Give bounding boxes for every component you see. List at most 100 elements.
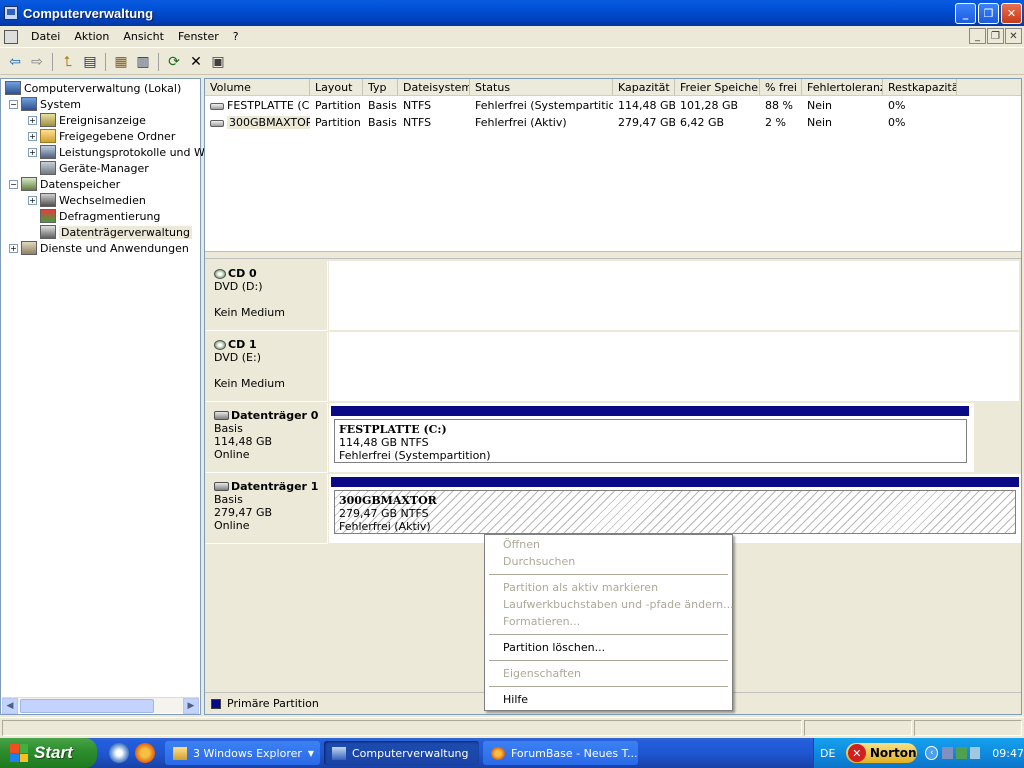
delete-icon[interactable]: ✕ — [185, 51, 207, 73]
col-kapazitaet[interactable]: Kapazität — [613, 79, 675, 95]
menu-item-oeffnen[interactable]: Öffnen — [503, 538, 540, 551]
tree-item-system[interactable]: − System — [9, 96, 81, 112]
scroll-left-icon[interactable]: ◀ — [2, 698, 18, 714]
up-folder-icon[interactable]: ⮤ — [57, 51, 79, 73]
menu-aktion[interactable]: Aktion — [67, 30, 116, 43]
back-arrow-icon[interactable]: ⇦ — [4, 51, 26, 73]
minimize-button[interactable]: _ — [955, 3, 976, 24]
mmc-window-icon[interactable] — [4, 29, 18, 44]
tree-item-geraete-manager[interactable]: Geräte-Manager — [40, 160, 149, 176]
child-restore-button[interactable]: ❐ — [987, 28, 1004, 44]
menu-item-eigenschaften[interactable]: Eigenschaften — [503, 667, 581, 680]
col-volume[interactable]: Volume — [205, 79, 310, 95]
show-hidden-icons-icon[interactable]: ‹ — [925, 746, 939, 760]
table-row[interactable]: FESTPLATTE (C:) Partition Basis NTFS Feh… — [205, 97, 1021, 114]
expand-icon[interactable]: + — [28, 147, 37, 157]
partition-300gbmaxtor[interactable]: 300GBMAXTOR 279,47 GB NTFS Fehlerfrei (A… — [334, 490, 1016, 534]
safely-remove-icon[interactable] — [955, 747, 967, 759]
tree-item-defragmentierung[interactable]: Defragmentierung — [40, 208, 160, 224]
task-forumbase[interactable]: ForumBase - Neues T... — [483, 741, 638, 765]
performance-logs-icon — [40, 145, 56, 159]
partition-festplatte-c[interactable]: FESTPLATTE (C:) 114,48 GB NTFS Fehlerfre… — [334, 419, 967, 463]
disk-area-cd0[interactable] — [329, 261, 1019, 331]
collapse-icon[interactable]: − — [9, 99, 18, 109]
group-dropdown-icon[interactable]: ▼ — [308, 749, 314, 758]
table-row[interactable]: 300GBMAXTOR Partition Basis NTFS Fehlerf… — [205, 114, 1021, 131]
volume-icon[interactable] — [969, 747, 981, 759]
disk-label-cd0[interactable]: CD 0 DVD (D:) Kein Medium — [206, 261, 328, 331]
disk-label-disk1[interactable]: Datenträger 1 Basis 279,47 GB Online — [206, 474, 328, 544]
menu-help[interactable]: ? — [226, 30, 246, 43]
disk-area-cd1[interactable] — [329, 332, 1019, 402]
partition-bar — [331, 477, 1019, 487]
menu-ansicht[interactable]: Ansicht — [116, 30, 171, 43]
col-prozent-frei[interactable]: % frei — [760, 79, 802, 95]
expand-icon[interactable]: + — [28, 131, 37, 141]
menu-item-laufwerkbuchstaben[interactable]: Laufwerkbuchstaben und -pfade ändern... — [503, 598, 734, 611]
help-panel-icon[interactable]: ▥ — [132, 51, 154, 73]
menu-item-durchsuchen[interactable]: Durchsuchen — [503, 555, 575, 568]
col-freier-speicher[interactable]: Freier Speicher — [675, 79, 760, 95]
tree-horizontal-scrollbar[interactable]: ◀ ▶ — [2, 697, 199, 714]
network-icon[interactable] — [942, 747, 953, 759]
tree-item-wechselmedien[interactable]: + Wechselmedien — [28, 192, 146, 208]
child-close-button[interactable]: ✕ — [1005, 28, 1022, 44]
forward-arrow-icon[interactable]: ⇨ — [26, 51, 48, 73]
console-tree[interactable]: Computerverwaltung (Lokal) − System + Erei… — [0, 78, 215, 715]
menu-item-partition-loeschen[interactable]: Partition löschen... — [503, 641, 605, 654]
expand-icon[interactable]: + — [28, 115, 37, 125]
pane-splitter[interactable] — [205, 251, 1021, 259]
disk-label-cd1[interactable]: CD 1 DVD (E:) Kein Medium — [206, 332, 328, 402]
drive-icon — [210, 119, 224, 127]
disk-name: Datenträger 1 — [231, 480, 319, 493]
expand-icon[interactable]: + — [28, 195, 37, 205]
refresh-icon[interactable]: ⟳ — [163, 51, 185, 73]
disk-size — [214, 364, 327, 377]
norton-tray-button[interactable]: ✕ Norton — [845, 743, 918, 763]
menu-item-aktiv-markieren[interactable]: Partition als aktiv markieren — [503, 581, 658, 594]
col-layout[interactable]: Layout — [310, 79, 363, 95]
show-tree-icon[interactable]: ▤ — [79, 51, 101, 73]
export-icon[interactable]: ▣ — [207, 51, 229, 73]
menu-fenster[interactable]: Fenster — [171, 30, 226, 43]
child-minimize-button[interactable]: _ — [969, 28, 986, 44]
scroll-thumb[interactable] — [20, 699, 154, 713]
task-computerverwaltung[interactable]: Computerverwaltung — [324, 741, 479, 765]
col-typ[interactable]: Typ — [363, 79, 398, 95]
tree-item-dienste[interactable]: + Dienste und Anwendungen — [9, 240, 189, 256]
menu-datei[interactable]: Datei — [24, 30, 67, 43]
firefox-icon[interactable] — [135, 743, 155, 763]
tree-item-datenspeicher[interactable]: − Datenspeicher — [9, 176, 120, 192]
col-fehlertoleranz[interactable]: Fehlertoleranz — [802, 79, 883, 95]
col-status[interactable]: Status — [470, 79, 613, 95]
disk-size — [214, 293, 327, 306]
cell-restkapazitaet: 0% — [888, 99, 906, 112]
start-label: Start — [34, 743, 73, 762]
close-button[interactable]: ✕ — [1001, 3, 1022, 24]
col-dateisystem[interactable]: Dateisystem — [398, 79, 470, 95]
tree-item-freigegebene-ordner[interactable]: + Freigegebene Ordner — [28, 128, 175, 144]
language-indicator[interactable]: DE — [820, 747, 838, 760]
expand-icon[interactable]: + — [9, 243, 18, 253]
title-bar[interactable]: Computerverwaltung _ ❐ ✕ — [0, 0, 1024, 26]
tree-item-leistungsprotokolle[interactable]: + Leistungsprotokolle und War — [28, 144, 215, 160]
clock[interactable]: 09:47 — [992, 747, 1024, 760]
menu-item-hilfe[interactable]: Hilfe — [503, 693, 528, 706]
properties-icon[interactable]: ▦ — [110, 51, 132, 73]
col-restkapazitaet[interactable]: Restkapazität — [883, 79, 957, 95]
disk-label-disk0[interactable]: Datenträger 0 Basis 114,48 GB Online — [206, 403, 328, 473]
start-button[interactable]: Start — [0, 738, 97, 768]
menu-item-formatieren[interactable]: Formatieren... — [503, 615, 580, 628]
hard-disk-icon — [214, 411, 229, 420]
tree-item-datentraegerverwaltung[interactable]: Datenträgerverwaltung — [40, 224, 192, 240]
maximize-button[interactable]: ❐ — [978, 3, 999, 24]
tree-item-ereignisanzeige[interactable]: + Ereignisanzeige — [28, 112, 146, 128]
disk-type: Basis — [214, 493, 243, 506]
show-desktop-icon[interactable] — [109, 743, 129, 763]
task-label: 3 Windows Explorer — [193, 746, 302, 760]
collapse-icon[interactable]: − — [9, 179, 18, 189]
tree-item-root[interactable]: Computerverwaltung (Lokal) — [5, 80, 181, 96]
toolbar: ⇦ ⇨ ⮤ ▤ ▦ ▥ ⟳ ✕ ▣ — [0, 49, 1024, 75]
scroll-right-icon[interactable]: ▶ — [183, 698, 199, 714]
task-windows-explorer[interactable]: 3 Windows Explorer ▼ — [165, 741, 320, 765]
